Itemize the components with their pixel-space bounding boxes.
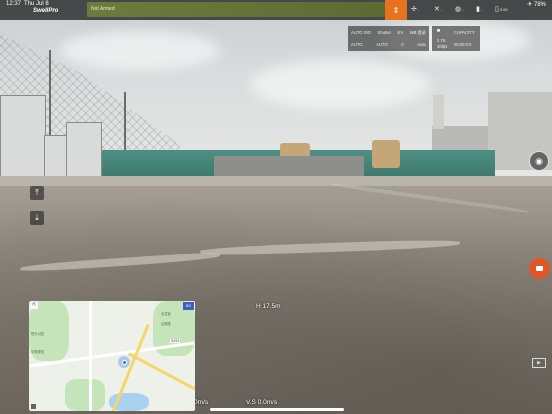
camera-settings-panel[interactable]: AUTO ISO Shutter EV WB 登录 AUTO AUTO 0 Au… (348, 26, 429, 51)
drone-location-marker (118, 356, 130, 368)
battery-icon[interactable]: ▮- (476, 5, 482, 13)
play-icon: ▶ (537, 360, 541, 366)
playback-button[interactable]: ▶ (532, 358, 546, 368)
iso-header: AUTO ISO (351, 30, 371, 35)
take-photo-button[interactable]: ◉ (529, 151, 549, 171)
shutter-value: AUTO (376, 42, 388, 47)
iso-value: AUTO (351, 42, 363, 47)
wb-header: WB 登录 (409, 30, 426, 35)
roof-edge (0, 176, 552, 186)
capacity-label: CAPACITY (454, 30, 475, 35)
drone-signal-icon[interactable]: ✕- (434, 5, 442, 13)
top-bar: 12:37 Thu Jul 8 SwellPro Not Armed ⇕ ✢- … (0, 0, 552, 20)
joystick-icon: ⇕ (392, 5, 400, 15)
system-time: 12:37 (6, 1, 22, 7)
flight-status-bar[interactable]: Not Armed (87, 2, 385, 17)
map-layer-badge[interactable]: 5G (183, 302, 194, 310)
record-video-button[interactable] (529, 258, 550, 279)
map-expand-icon[interactable]: ⇱ (31, 302, 38, 309)
map-label: 华美宾馆 (31, 350, 44, 354)
system-status: ✈ 78% (527, 2, 546, 8)
camera-icon: ◉ (535, 155, 543, 166)
map-park (65, 379, 105, 411)
chimney (433, 95, 444, 129)
system-date: Thu Jul 8 (24, 1, 49, 7)
map-label: 阳光公园 (31, 332, 44, 336)
fpv-app: 12:37 Thu Jul 8 SwellPro Not Armed ⇕ ✢- … (0, 0, 552, 414)
app-logo: SwellPro (33, 8, 59, 14)
camera-settings-headers: AUTO ISO Shutter EV WB 登录 (348, 30, 429, 36)
sd-card-icon: ▀ (437, 29, 440, 34)
height-readout: H 17.5m (256, 303, 281, 310)
map-road-number: S293 (170, 339, 181, 343)
mini-map[interactable]: 阳光公园 华美宾馆 北滘镇 后湖路 (29, 301, 195, 411)
ev-value: 0 (401, 42, 404, 47)
fps-value: 30fps (437, 44, 448, 49)
voltage-icon[interactable]: ▯0.00 (495, 5, 508, 13)
map-corner-icon[interactable] (31, 404, 36, 409)
capacity-time: 00:00:0:0 (454, 42, 472, 47)
map-highway (127, 352, 195, 393)
landing-button[interactable]: ⤓ (30, 211, 44, 225)
map-label: 后湖路 (161, 322, 171, 326)
takeoff-button[interactable]: ⤒ (30, 186, 44, 200)
ev-header: EV (397, 30, 404, 35)
shutter-header: Shutter (377, 30, 391, 35)
cloud (250, 60, 430, 110)
resolution-value: 2.7K (437, 38, 446, 43)
capacity-panel[interactable]: ▀ CAPACITY 2.7K 30fps 00:00:0:0 (432, 26, 480, 51)
home-indicator[interactable] (210, 408, 344, 411)
wb-value: Auto (417, 42, 426, 47)
camera-settings-values: AUTO AUTO 0 Auto (348, 42, 429, 47)
status-message: Not Armed (91, 6, 115, 12)
video-camera-icon (536, 266, 543, 271)
location-dot-icon (121, 359, 127, 365)
landing-icon: ⤓ (35, 213, 39, 222)
camera-settings-icon[interactable]: ⇅ (533, 62, 545, 74)
map-road (89, 301, 92, 411)
remote-controller-icon[interactable]: ◍- (455, 5, 463, 13)
takeoff-icon: ⤒ (35, 188, 39, 197)
map-label: 北滘镇 (161, 312, 171, 316)
gps-icon[interactable]: ✢- (411, 5, 419, 13)
water-tank (372, 140, 400, 168)
cloud (60, 30, 220, 70)
vertical-speed-readout: V.S 0.0m/s (246, 399, 278, 406)
remote-control-button[interactable]: ⇕ (385, 0, 407, 20)
